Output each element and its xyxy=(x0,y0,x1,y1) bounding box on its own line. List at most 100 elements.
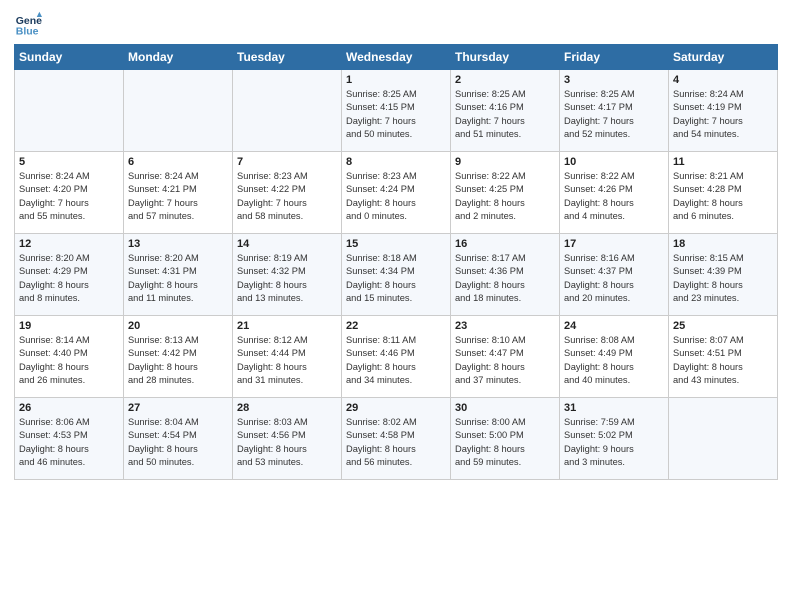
day-info: Sunrise: 8:20 AM Sunset: 4:31 PM Dayligh… xyxy=(128,252,228,306)
calendar-cell: 9 Sunrise: 8:22 AM Sunset: 4:25 PM Daylig… xyxy=(451,152,560,234)
header: General Blue xyxy=(14,10,778,38)
day-info: Sunrise: 8:18 AM Sunset: 4:34 PM Dayligh… xyxy=(346,252,446,306)
calendar-cell: 22 Sunrise: 8:11 AM Sunset: 4:46 PM Dayli… xyxy=(342,316,451,398)
day-info: Sunrise: 8:00 AM Sunset: 5:00 PM Dayligh… xyxy=(455,416,555,470)
day-number: 24 xyxy=(564,320,664,332)
day-info: Sunrise: 8:25 AM Sunset: 4:15 PM Dayligh… xyxy=(346,88,446,142)
day-number: 27 xyxy=(128,402,228,414)
calendar-cell: 2 Sunrise: 8:25 AM Sunset: 4:16 PM Daylig… xyxy=(451,70,560,152)
day-info: Sunrise: 8:15 AM Sunset: 4:39 PM Dayligh… xyxy=(673,252,773,306)
day-info: Sunrise: 8:21 AM Sunset: 4:28 PM Dayligh… xyxy=(673,170,773,224)
day-number: 11 xyxy=(673,156,773,168)
week-row-3: 12 Sunrise: 8:20 AM Sunset: 4:29 PM Dayli… xyxy=(15,234,778,316)
calendar-cell: 20 Sunrise: 8:13 AM Sunset: 4:42 PM Dayli… xyxy=(124,316,233,398)
week-row-4: 19Sunrise: 8:14 AM Sunset: 4:40 PM Dayli… xyxy=(15,316,778,398)
calendar-cell xyxy=(669,398,778,480)
calendar-cell: 30 Sunrise: 8:00 AM Sunset: 5:00 PM Dayli… xyxy=(451,398,560,480)
calendar-cell: 6 Sunrise: 8:24 AM Sunset: 4:21 PM Daylig… xyxy=(124,152,233,234)
calendar-cell: 27 Sunrise: 8:04 AM Sunset: 4:54 PM Dayli… xyxy=(124,398,233,480)
day-info: Sunrise: 8:13 AM Sunset: 4:42 PM Dayligh… xyxy=(128,334,228,388)
day-number: 4 xyxy=(673,74,773,86)
weekday-header-thursday: Thursday xyxy=(451,45,560,70)
week-row-5: 26 Sunrise: 8:06 AM Sunset: 4:53 PM Dayli… xyxy=(15,398,778,480)
weekday-header-monday: Monday xyxy=(124,45,233,70)
day-number: 14 xyxy=(237,238,337,250)
day-info: Sunrise: 8:02 AM Sunset: 4:58 PM Dayligh… xyxy=(346,416,446,470)
weekday-header-tuesday: Tuesday xyxy=(233,45,342,70)
day-info: Sunrise: 8:06 AM Sunset: 4:53 PM Dayligh… xyxy=(19,416,119,470)
calendar-cell: 23Sunrise: 8:10 AM Sunset: 4:47 PM Dayli… xyxy=(451,316,560,398)
calendar-cell: 4 Sunrise: 8:24 AM Sunset: 4:19 PM Daylig… xyxy=(669,70,778,152)
day-number: 16 xyxy=(455,238,555,250)
day-info: Sunrise: 8:03 AM Sunset: 4:56 PM Dayligh… xyxy=(237,416,337,470)
day-info: Sunrise: 8:24 AM Sunset: 4:20 PM Dayligh… xyxy=(19,170,119,224)
calendar-cell: 1 Sunrise: 8:25 AM Sunset: 4:15 PM Daylig… xyxy=(342,70,451,152)
day-info: Sunrise: 8:24 AM Sunset: 4:21 PM Dayligh… xyxy=(128,170,228,224)
day-number: 31 xyxy=(564,402,664,414)
day-info: Sunrise: 8:12 AM Sunset: 4:44 PM Dayligh… xyxy=(237,334,337,388)
calendar-cell: 25Sunrise: 8:07 AM Sunset: 4:51 PM Dayli… xyxy=(669,316,778,398)
day-info: Sunrise: 8:23 AM Sunset: 4:22 PM Dayligh… xyxy=(237,170,337,224)
calendar-cell: 17 Sunrise: 8:16 AM Sunset: 4:37 PM Dayli… xyxy=(560,234,669,316)
day-info: Sunrise: 8:04 AM Sunset: 4:54 PM Dayligh… xyxy=(128,416,228,470)
logo: General Blue xyxy=(14,10,46,38)
day-number: 3 xyxy=(564,74,664,86)
day-info: Sunrise: 8:25 AM Sunset: 4:17 PM Dayligh… xyxy=(564,88,664,142)
calendar-cell: 29 Sunrise: 8:02 AM Sunset: 4:58 PM Dayli… xyxy=(342,398,451,480)
calendar-cell: 31Sunrise: 7:59 AM Sunset: 5:02 PM Dayli… xyxy=(560,398,669,480)
day-number: 22 xyxy=(346,320,446,332)
day-number: 2 xyxy=(455,74,555,86)
weekday-header-sunday: Sunday xyxy=(15,45,124,70)
calendar-cell: 26 Sunrise: 8:06 AM Sunset: 4:53 PM Dayli… xyxy=(15,398,124,480)
day-info: Sunrise: 8:11 AM Sunset: 4:46 PM Dayligh… xyxy=(346,334,446,388)
day-number: 25 xyxy=(673,320,773,332)
day-number: 6 xyxy=(128,156,228,168)
calendar-cell: 8 Sunrise: 8:23 AM Sunset: 4:24 PM Daylig… xyxy=(342,152,451,234)
day-info: Sunrise: 8:24 AM Sunset: 4:19 PM Dayligh… xyxy=(673,88,773,142)
calendar-cell: 11 Sunrise: 8:21 AM Sunset: 4:28 PM Dayli… xyxy=(669,152,778,234)
day-info: Sunrise: 8:22 AM Sunset: 4:25 PM Dayligh… xyxy=(455,170,555,224)
calendar-cell: 10 Sunrise: 8:22 AM Sunset: 4:26 PM Dayli… xyxy=(560,152,669,234)
day-info: Sunrise: 8:25 AM Sunset: 4:16 PM Dayligh… xyxy=(455,88,555,142)
day-number: 23 xyxy=(455,320,555,332)
calendar-cell: 18 Sunrise: 8:15 AM Sunset: 4:39 PM Dayli… xyxy=(669,234,778,316)
calendar-cell: 14Sunrise: 8:19 AM Sunset: 4:32 PM Dayli… xyxy=(233,234,342,316)
logo-icon: General Blue xyxy=(14,10,42,38)
day-number: 21 xyxy=(237,320,337,332)
week-row-2: 5 Sunrise: 8:24 AM Sunset: 4:20 PM Daylig… xyxy=(15,152,778,234)
calendar-cell: 5 Sunrise: 8:24 AM Sunset: 4:20 PM Daylig… xyxy=(15,152,124,234)
day-info: Sunrise: 8:14 AM Sunset: 4:40 PM Dayligh… xyxy=(19,334,119,388)
day-number: 18 xyxy=(673,238,773,250)
calendar-cell: 24Sunrise: 8:08 AM Sunset: 4:49 PM Dayli… xyxy=(560,316,669,398)
svg-text:Blue: Blue xyxy=(16,26,39,38)
calendar-cell: 3 Sunrise: 8:25 AM Sunset: 4:17 PM Daylig… xyxy=(560,70,669,152)
day-number: 10 xyxy=(564,156,664,168)
day-info: Sunrise: 8:20 AM Sunset: 4:29 PM Dayligh… xyxy=(19,252,119,306)
day-info: Sunrise: 8:17 AM Sunset: 4:36 PM Dayligh… xyxy=(455,252,555,306)
day-number: 20 xyxy=(128,320,228,332)
weekday-header-wednesday: Wednesday xyxy=(342,45,451,70)
day-number: 28 xyxy=(237,402,337,414)
day-number: 5 xyxy=(19,156,119,168)
calendar-cell: 19Sunrise: 8:14 AM Sunset: 4:40 PM Dayli… xyxy=(15,316,124,398)
weekday-header-friday: Friday xyxy=(560,45,669,70)
day-number: 17 xyxy=(564,238,664,250)
calendar-cell: 28 Sunrise: 8:03 AM Sunset: 4:56 PM Dayli… xyxy=(233,398,342,480)
calendar-cell: 7 Sunrise: 8:23 AM Sunset: 4:22 PM Daylig… xyxy=(233,152,342,234)
calendar-cell xyxy=(124,70,233,152)
day-number: 15 xyxy=(346,238,446,250)
day-number: 8 xyxy=(346,156,446,168)
calendar-table: SundayMondayTuesdayWednesdayThursdayFrid… xyxy=(14,44,778,480)
day-number: 30 xyxy=(455,402,555,414)
calendar-cell: 16 Sunrise: 8:17 AM Sunset: 4:36 PM Dayli… xyxy=(451,234,560,316)
day-info: Sunrise: 8:22 AM Sunset: 4:26 PM Dayligh… xyxy=(564,170,664,224)
day-info: Sunrise: 8:16 AM Sunset: 4:37 PM Dayligh… xyxy=(564,252,664,306)
day-number: 7 xyxy=(237,156,337,168)
day-info: Sunrise: 8:23 AM Sunset: 4:24 PM Dayligh… xyxy=(346,170,446,224)
day-number: 26 xyxy=(19,402,119,414)
day-number: 12 xyxy=(19,238,119,250)
day-number: 9 xyxy=(455,156,555,168)
day-number: 1 xyxy=(346,74,446,86)
day-number: 29 xyxy=(346,402,446,414)
calendar-cell: 13Sunrise: 8:20 AM Sunset: 4:31 PM Dayli… xyxy=(124,234,233,316)
